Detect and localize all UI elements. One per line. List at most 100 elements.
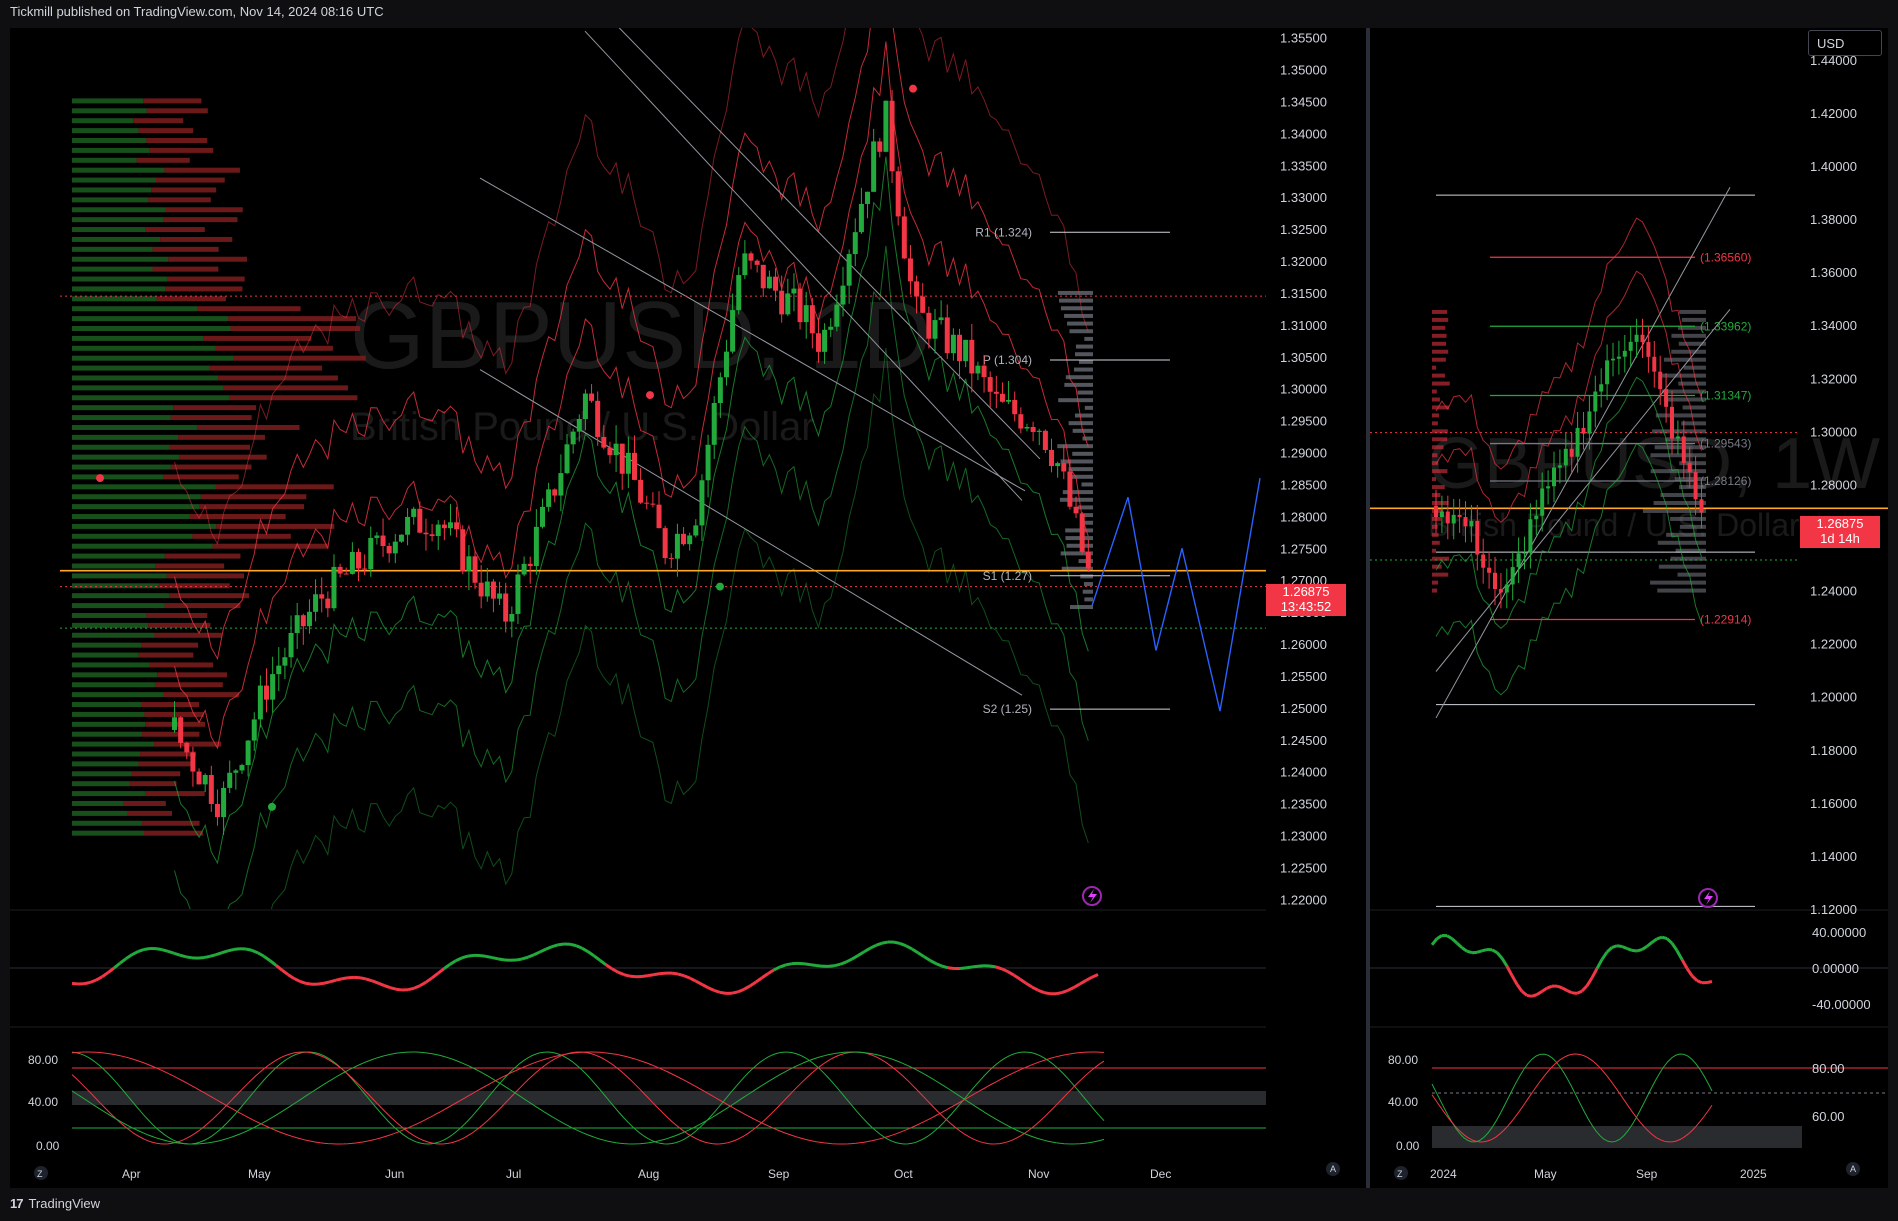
candle-body xyxy=(1593,391,1598,412)
left-price-axis[interactable]: 1.35500 1.35000 1.34500 1.34000 1.33500 1.330… xyxy=(1266,28,1366,1188)
osc-segment xyxy=(1600,951,1609,961)
osc-segment xyxy=(1651,937,1658,944)
osc-segment xyxy=(527,953,535,959)
candle-body xyxy=(1024,427,1030,429)
time-tick: Nov xyxy=(1028,1167,1049,1181)
osc-segment xyxy=(305,981,313,986)
price-tick: 1.28000 xyxy=(1280,509,1327,524)
osc-segment xyxy=(413,984,421,990)
candle-body xyxy=(773,276,779,291)
osc-segment xyxy=(869,943,877,950)
right-last-price-label: 1.26875 1d 14h xyxy=(1800,516,1880,548)
volume-bar xyxy=(156,296,226,302)
candle-body xyxy=(1557,465,1562,468)
volume-bar xyxy=(215,484,334,490)
left-last-price-label: 1.26875 13:43:52 xyxy=(1266,584,1346,616)
volume-bar xyxy=(72,682,155,688)
volume-bar xyxy=(129,781,177,787)
osc-segment xyxy=(173,951,181,957)
volume-bar xyxy=(72,553,165,559)
left-main-chart-pane[interactable]: GBPUSD, 1D British Pound / U.S. Dollar R… xyxy=(10,28,1266,909)
volume-bar xyxy=(123,800,166,806)
osc-segment xyxy=(269,959,277,967)
osc-segment xyxy=(221,949,229,955)
volume-bar xyxy=(1671,349,1706,354)
osc-segment xyxy=(245,947,253,952)
volume-bar xyxy=(72,306,198,312)
svg-text:Z: Z xyxy=(1397,1169,1403,1179)
candle-body xyxy=(582,393,588,420)
candle-body xyxy=(938,317,944,321)
osc-segment xyxy=(773,965,781,972)
volume-bar xyxy=(72,810,127,816)
currency-selector[interactable]: USD xyxy=(1808,30,1882,56)
osc-segment xyxy=(1510,974,1519,986)
candle-body xyxy=(190,752,196,772)
alert-icon[interactable] xyxy=(1082,886,1102,906)
volume-bar xyxy=(1074,352,1093,357)
osc-segment xyxy=(581,946,589,953)
volume-bar xyxy=(72,652,139,658)
volume-bar xyxy=(1642,508,1706,513)
osc-segment xyxy=(497,957,505,962)
candle-body xyxy=(1563,448,1568,466)
volume-bar xyxy=(72,365,210,371)
volume-bar xyxy=(1682,405,1706,410)
osc-segment xyxy=(1690,974,1699,982)
candle-body xyxy=(999,393,1005,402)
candle-body xyxy=(466,556,472,572)
price-tick: 1.31000 xyxy=(1280,318,1327,333)
price-tick: 1.40000 xyxy=(1810,159,1857,174)
candle-body xyxy=(448,522,453,529)
left-oscillator-pane-1[interactable]: 100.000000.00000 xyxy=(10,911,1266,1026)
left-oscillator-pane-2[interactable]: 80.00 40.00 0.00 Apr May Jun Jul Aug Sep… xyxy=(10,1028,1266,1188)
right-auto-scale-button[interactable]: A xyxy=(1846,1162,1860,1176)
price-tick: 1.30000 xyxy=(1810,424,1857,439)
osc-segment xyxy=(1641,945,1648,951)
volume-bar xyxy=(72,256,169,262)
osc-segment xyxy=(1566,989,1573,995)
volume-bar xyxy=(1432,524,1438,529)
fib-label: (1.28126) xyxy=(1700,474,1751,488)
time-tick: Sep xyxy=(768,1167,790,1181)
volume-bar xyxy=(142,731,200,737)
volume-bar xyxy=(155,563,225,569)
candle-body xyxy=(723,351,729,378)
candle-body xyxy=(1498,589,1503,593)
candle-body xyxy=(877,141,883,152)
right-zoom-button[interactable]: Z xyxy=(1394,1166,1408,1180)
osc-segment xyxy=(1665,937,1674,945)
right-alert-icon[interactable] xyxy=(1698,888,1718,908)
volume-bar xyxy=(72,276,167,282)
candle-body xyxy=(589,393,595,401)
right-price-axis[interactable]: 1.44000 1.42000 1.40000 1.38000 1.36000 1.340… xyxy=(1796,28,1888,1188)
volume-bar xyxy=(1432,477,1437,482)
volume-bar xyxy=(218,375,338,381)
osc-segment xyxy=(281,968,289,976)
candle-body xyxy=(546,489,552,507)
volume-bar xyxy=(168,256,248,262)
volume-bar xyxy=(1432,373,1445,378)
osc-segment xyxy=(1001,967,1009,974)
candle-body xyxy=(1658,371,1663,390)
candle-body xyxy=(423,532,429,535)
volume-bar xyxy=(1065,536,1093,541)
volume-bar xyxy=(1653,500,1706,505)
left-zoom-button[interactable]: Z xyxy=(34,1166,48,1180)
left-main-chart[interactable]: GBPUSD, 1D British Pound / U.S. Dollar R… xyxy=(10,28,1266,909)
volume-bar xyxy=(72,345,216,351)
osc-segment xyxy=(233,947,241,951)
volume-bar xyxy=(72,187,152,193)
candle-body xyxy=(478,582,484,597)
osc-segment xyxy=(1636,948,1643,953)
volume-bar xyxy=(144,791,205,797)
right-osc2-left-tick: 80.00 xyxy=(1388,1053,1418,1067)
left-auto-scale-button[interactable]: A xyxy=(1326,1162,1340,1176)
candle-body xyxy=(294,615,300,633)
candle-body xyxy=(172,717,178,730)
volume-bar xyxy=(72,385,224,391)
volume-bar xyxy=(228,395,358,401)
osc-segment xyxy=(653,972,661,977)
candle-body xyxy=(1451,514,1456,524)
candle-body xyxy=(1049,449,1055,467)
